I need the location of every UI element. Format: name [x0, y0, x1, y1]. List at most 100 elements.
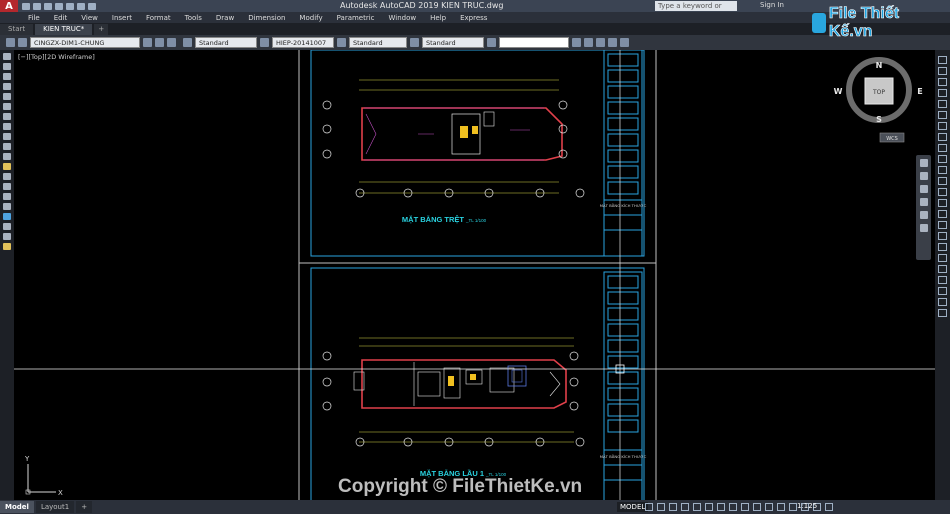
move-tool-icon[interactable]: [938, 111, 947, 119]
camera-icon[interactable]: [620, 38, 629, 47]
hatch-tool-icon[interactable]: [3, 193, 11, 200]
osnap-toggle-icon[interactable]: [693, 503, 701, 511]
zoom-nav-icon[interactable]: [919, 185, 928, 193]
undo-icon[interactable]: [77, 2, 85, 10]
revision-cloud-icon[interactable]: [3, 123, 11, 130]
nav-bar-settings-icon[interactable]: [919, 224, 928, 232]
make-current-icon[interactable]: [143, 38, 152, 47]
chamfer-tool-icon[interactable]: [938, 210, 947, 218]
fillet-tool-icon[interactable]: [938, 221, 947, 229]
tab-start[interactable]: Start: [0, 24, 34, 35]
break-at-point-icon[interactable]: [938, 177, 947, 185]
menu-item-express[interactable]: Express: [460, 14, 487, 22]
insert-block-icon[interactable]: [3, 163, 11, 170]
ellipse-arc-icon[interactable]: [3, 153, 11, 160]
dimension-tool-icon[interactable]: [938, 265, 947, 273]
snap-toggle-icon[interactable]: [657, 503, 665, 511]
layer-state-icon[interactable]: [18, 38, 27, 47]
transparency-toggle-icon[interactable]: [729, 503, 737, 511]
menu-item-edit[interactable]: Edit: [54, 14, 68, 22]
dim-style-dropdown[interactable]: HIEP-20141007: [272, 37, 334, 48]
line-tool-icon[interactable]: [3, 53, 11, 60]
stretch-tool-icon[interactable]: [938, 144, 947, 152]
new-tab-button[interactable]: +: [94, 24, 109, 35]
table-style-dropdown[interactable]: Standard: [349, 37, 407, 48]
new-layout-button[interactable]: +: [76, 501, 93, 513]
orbit-icon[interactable]: [608, 38, 617, 47]
menu-item-file[interactable]: File: [28, 14, 40, 22]
orbit-nav-icon[interactable]: [919, 198, 928, 206]
join-tool-icon[interactable]: [938, 199, 947, 207]
menu-item-parametric[interactable]: Parametric: [337, 14, 375, 22]
properties-icon[interactable]: [487, 38, 496, 47]
layer-previous-icon[interactable]: [155, 38, 164, 47]
auto-scale-icon[interactable]: [765, 503, 773, 511]
ellipse-tool-icon[interactable]: [3, 143, 11, 150]
sign-in-link[interactable]: Sign In: [760, 1, 784, 9]
explode-tool-icon[interactable]: [938, 243, 947, 251]
point-tool-icon[interactable]: [3, 183, 11, 190]
menu-item-insert[interactable]: Insert: [112, 14, 132, 22]
measure-tool-icon[interactable]: [938, 254, 947, 262]
selection-cycling-icon[interactable]: [741, 503, 749, 511]
break-tool-icon[interactable]: [938, 188, 947, 196]
workspace-switch-icon[interactable]: [777, 503, 785, 511]
menu-item-format[interactable]: Format: [146, 14, 171, 22]
tab-kien-truc[interactable]: KIEN TRUC*: [35, 24, 93, 35]
save-as-icon[interactable]: [55, 2, 63, 10]
make-block-icon[interactable]: [3, 173, 11, 180]
trim-tool-icon[interactable]: [938, 155, 947, 163]
layer-properties-icon[interactable]: [6, 38, 15, 47]
layer-dropdown[interactable]: CINGZX-DIM1-CHUNG: [30, 37, 140, 48]
redo-icon[interactable]: [88, 2, 96, 10]
extend-tool-icon[interactable]: [938, 166, 947, 174]
array-tool-icon[interactable]: [938, 100, 947, 108]
search-input[interactable]: Type a keyword or phrase: [655, 1, 737, 20]
pan-icon[interactable]: [596, 38, 605, 47]
grid-toggle-icon[interactable]: [645, 503, 653, 511]
copy-tool-icon[interactable]: [938, 67, 947, 75]
compass-east-label[interactable]: E: [917, 87, 922, 96]
menu-item-tools[interactable]: Tools: [185, 14, 202, 22]
ortho-toggle-icon[interactable]: [669, 503, 677, 511]
circle-tool-icon[interactable]: [3, 113, 11, 120]
multiline-text-icon[interactable]: [3, 233, 11, 240]
align-tool-icon[interactable]: [938, 276, 947, 284]
lock-ui-icon[interactable]: [825, 503, 833, 511]
save-icon[interactable]: [44, 2, 52, 10]
lineweight-toggle-icon[interactable]: [717, 503, 725, 511]
otrack-toggle-icon[interactable]: [705, 503, 713, 511]
mirror-tool-icon[interactable]: [938, 78, 947, 86]
spline-tool-icon[interactable]: [3, 133, 11, 140]
tab-model[interactable]: Model: [0, 501, 34, 513]
gradient-tool-icon[interactable]: [3, 203, 11, 210]
viewcube[interactable]: TOP N S E W WCS: [834, 57, 923, 143]
application-menu-button[interactable]: A: [0, 0, 18, 12]
viewport-controls-label[interactable]: [−][Top][2D Wireframe]: [18, 53, 95, 61]
drawing-viewport[interactable]: [−][Top][2D Wireframe] MẶT BẰNG KÍCH THƯ…: [14, 50, 935, 500]
annotation-monitor-icon[interactable]: [789, 503, 797, 511]
table-tool-icon[interactable]: [3, 223, 11, 230]
steering-wheel-icon[interactable]: [919, 159, 928, 167]
scale-tool-icon[interactable]: [938, 133, 947, 141]
arc-tool-icon[interactable]: [3, 103, 11, 110]
menu-item-window[interactable]: Window: [389, 14, 417, 22]
plot-icon[interactable]: [66, 2, 74, 10]
pan-nav-icon[interactable]: [919, 172, 928, 180]
rotate-tool-icon[interactable]: [938, 122, 947, 130]
showmotion-icon[interactable]: [919, 211, 928, 219]
polyline-tool-icon[interactable]: [3, 73, 11, 80]
layer-match-icon[interactable]: [167, 38, 176, 47]
menu-item-draw[interactable]: Draw: [216, 14, 234, 22]
erase-tool-icon[interactable]: [938, 56, 947, 64]
rectangle-tool-icon[interactable]: [3, 93, 11, 100]
zoom-window-icon[interactable]: [572, 38, 581, 47]
layer-isolate-icon[interactable]: [938, 287, 947, 295]
annotation-scale[interactable]: 1:125: [797, 502, 817, 510]
quick-select-icon[interactable]: [938, 309, 947, 317]
compass-south-label[interactable]: S: [876, 115, 882, 124]
compass-west-label[interactable]: W: [834, 87, 843, 96]
compass-north-label[interactable]: N: [876, 61, 883, 70]
construction-line-icon[interactable]: [3, 63, 11, 70]
command-search-input[interactable]: [499, 37, 569, 48]
